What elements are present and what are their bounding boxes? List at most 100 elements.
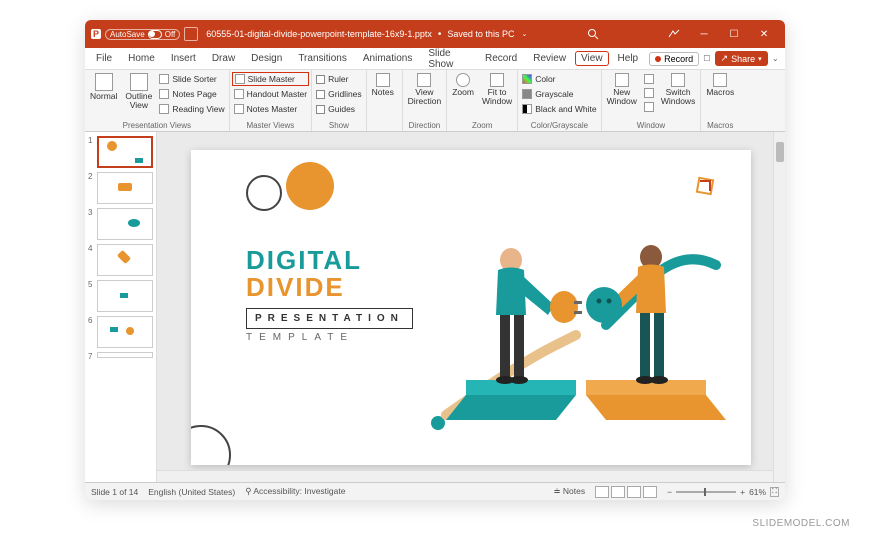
camera-icon[interactable]: ☐: [701, 54, 712, 63]
ruler-checkbox[interactable]: Ruler: [314, 72, 364, 86]
direction-group-label: Direction: [405, 121, 445, 131]
autosave-state: Off: [165, 30, 176, 39]
dot-separator: •: [438, 29, 442, 40]
accessibility-status[interactable]: ⚲ Accessibility: Investigate: [245, 486, 345, 497]
normal-view-label: Normal: [90, 92, 117, 101]
reading-view-icon: [159, 104, 169, 114]
notes-master-button[interactable]: Notes Master: [232, 102, 309, 116]
slide[interactable]: DIGITAL DIVIDE PRESENTATION TEMPLATE: [191, 150, 751, 465]
horizontal-scrollbar[interactable]: [157, 470, 773, 482]
macros-button[interactable]: Macros: [703, 72, 737, 98]
reading-view-status-button[interactable]: [627, 486, 641, 498]
notes-toggle[interactable]: ≐ Notes: [553, 486, 585, 497]
view-direction-button[interactable]: View Direction: [405, 72, 445, 106]
tab-slideshow[interactable]: Slide Show: [421, 45, 476, 73]
normal-view-status-button[interactable]: [595, 486, 609, 498]
group-notes: Notes: [367, 70, 403, 131]
switch-windows-button[interactable]: Switch Windows: [658, 72, 698, 106]
tab-home[interactable]: Home: [121, 50, 162, 67]
slide-thumbnail[interactable]: [97, 352, 153, 358]
fit-to-window-button[interactable]: Fit to Window: [479, 72, 515, 106]
outline-view-button[interactable]: Outline View: [122, 72, 155, 110]
black-white-button[interactable]: Black and White: [520, 102, 598, 116]
save-icon[interactable]: [184, 27, 198, 41]
tab-insert[interactable]: Insert: [164, 50, 203, 67]
zoom-out-button[interactable]: −: [667, 487, 672, 497]
presentation-views-group-label: Presentation Views: [87, 121, 227, 131]
group-macros: Macros Macros: [701, 70, 739, 131]
normal-view-button[interactable]: Normal: [87, 72, 120, 102]
normal-view-icon: [95, 73, 113, 91]
slide-title-line2: DIVIDE: [246, 272, 345, 303]
reading-view-button[interactable]: Reading View: [157, 102, 226, 116]
macros-group-label: Macros: [703, 121, 737, 131]
share-button[interactable]: ↗ Share ▾: [715, 51, 768, 66]
tab-help[interactable]: Help: [611, 50, 646, 67]
group-window: New Window Switch Windows Window: [602, 70, 702, 131]
decorative-ring: [191, 425, 231, 465]
maximize-button[interactable]: ☐: [719, 20, 749, 48]
tab-review[interactable]: Review: [526, 50, 573, 67]
slide-thumbnail[interactable]: [97, 208, 153, 240]
slide-counter[interactable]: Slide 1 of 14: [91, 487, 138, 497]
tab-animations[interactable]: Animations: [356, 50, 419, 67]
zoom-percentage[interactable]: 61%: [749, 487, 766, 497]
filename: 60555-01-digital-divide-powerpoint-templ…: [206, 29, 432, 39]
group-color-grayscale: Color Grayscale Black and White Color/Gr…: [518, 70, 601, 131]
checkbox-icon: [316, 75, 325, 84]
decorative-logo-icon: [694, 175, 716, 197]
autosave-toggle[interactable]: AutoSave Off: [105, 29, 180, 40]
guides-checkbox[interactable]: Guides: [314, 102, 364, 116]
slide-thumbnail[interactable]: [97, 316, 153, 348]
slide-sorter-status-button[interactable]: [611, 486, 625, 498]
slide-thumbnail-panel[interactable]: 1 2 3 4 5 6 7: [85, 132, 157, 482]
accessibility-label: Accessibility: Investigate: [253, 486, 345, 496]
ribbon-display-icon[interactable]: [659, 20, 689, 48]
ribbon-options-icon[interactable]: ⌄: [770, 54, 781, 63]
bw-icon: [522, 104, 532, 114]
color-button[interactable]: Color: [520, 72, 598, 86]
slide-master-button[interactable]: Slide Master: [232, 72, 309, 86]
slideshow-status-button[interactable]: [643, 486, 657, 498]
decorative-ring: [246, 175, 282, 211]
tab-design[interactable]: Design: [244, 50, 289, 67]
notes-page-button[interactable]: Notes Page: [157, 87, 226, 101]
slide-canvas-area[interactable]: DIGITAL DIVIDE PRESENTATION TEMPLATE: [157, 132, 785, 482]
gridlines-checkbox[interactable]: Gridlines: [314, 87, 364, 101]
handout-master-button[interactable]: Handout Master: [232, 87, 309, 101]
slide-thumbnail[interactable]: [97, 172, 153, 204]
thumb-number: 7: [88, 352, 94, 361]
tab-draw[interactable]: Draw: [205, 50, 242, 67]
slide-thumbnail[interactable]: [97, 136, 153, 168]
language-status[interactable]: English (United States): [148, 487, 235, 497]
tab-view[interactable]: View: [575, 51, 609, 66]
record-button[interactable]: Record: [649, 52, 699, 66]
move-split-button[interactable]: [642, 100, 656, 114]
zoom-slider[interactable]: [676, 491, 736, 493]
slide-sorter-button[interactable]: Slide Sorter: [157, 72, 226, 86]
slide-thumbnail[interactable]: [97, 244, 153, 276]
vertical-scrollbar[interactable]: [773, 132, 785, 482]
arrange-all-button[interactable]: [642, 72, 656, 86]
zoom-button[interactable]: Zoom: [449, 72, 477, 98]
minimize-button[interactable]: ─: [689, 20, 719, 48]
tab-file[interactable]: File: [89, 50, 119, 67]
cascade-button[interactable]: [642, 86, 656, 100]
new-window-button[interactable]: New Window: [604, 72, 640, 106]
grayscale-button[interactable]: Grayscale: [520, 87, 598, 101]
slide-thumbnail[interactable]: [97, 280, 153, 312]
chevron-down-icon[interactable]: ⌄: [521, 30, 527, 38]
notes-button[interactable]: Notes: [369, 72, 397, 98]
close-button[interactable]: ✕: [749, 20, 779, 48]
fit-to-window-status-button[interactable]: ⛶: [770, 487, 779, 497]
tab-record[interactable]: Record: [478, 50, 524, 67]
record-dot-icon: [655, 56, 661, 62]
macros-label: Macros: [706, 88, 734, 97]
tab-transitions[interactable]: Transitions: [291, 50, 354, 67]
app-icon: P: [91, 29, 101, 39]
slide-sorter-icon: [159, 74, 169, 84]
scrollbar-thumb[interactable]: [776, 142, 784, 162]
window-group-label: Window: [604, 121, 699, 131]
zoom-in-button[interactable]: +: [740, 487, 745, 497]
search-icon[interactable]: [579, 28, 607, 40]
